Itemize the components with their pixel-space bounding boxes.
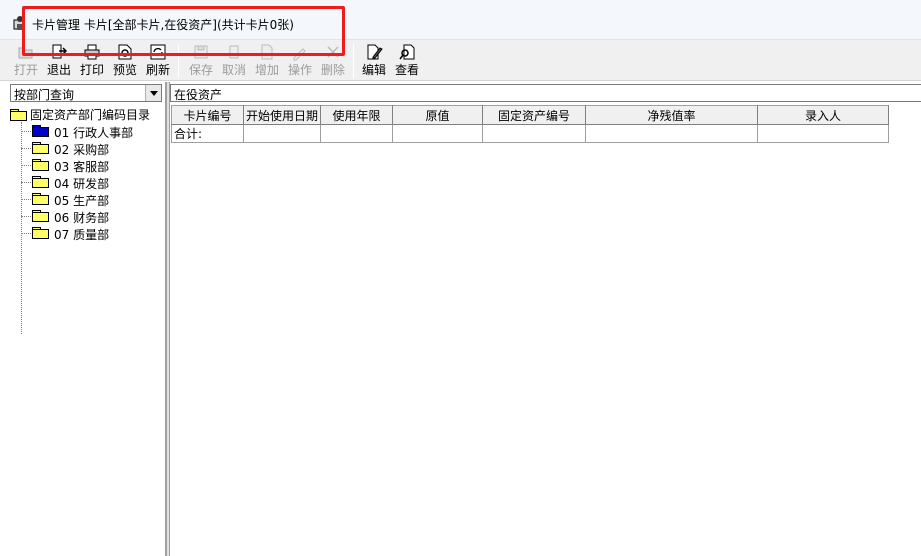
cancel-icon [229,45,239,59]
exit-icon [52,44,68,59]
refresh-button[interactable]: 刷新 [142,40,174,80]
preview-icon [118,44,132,60]
column-header-residual-rate[interactable]: 净残值率 [585,105,759,125]
folder-icon [32,193,49,205]
toolbar: 打开 退出 打印 预览 刷新 保存 取消 增加 操作 删除 编辑 查看 [0,40,921,81]
asset-status: 在役资产 [174,88,223,102]
folder-icon [32,210,49,222]
column-header-entered-by[interactable]: 录入人 [757,105,890,125]
tree-root[interactable]: 固定资产部门编码目录 [10,106,150,122]
window-title: 卡片管理 卡片[全部卡片,在役资产](共计卡片0张) [32,18,294,32]
card-list-panel: 在役资产 卡片编号 开始使用日期 使用年限 原值 固定资产编号 净残值率 录入人… [170,82,921,556]
asset-status-bar: 在役资产 [170,84,921,102]
cancel-button[interactable]: 取消 [218,40,250,80]
save-icon [194,45,208,59]
column-header-start-date[interactable]: 开始使用日期 [242,105,322,125]
folder-icon [32,227,49,239]
column-header-card-no[interactable]: 卡片编号 [171,105,244,125]
operate-button[interactable]: 操作 [284,40,316,80]
query-mode-dropdown[interactable]: 按部门查询 [10,84,162,102]
total-label: 合计: [171,124,244,143]
window-titlebar: 卡片管理 卡片[全部卡片,在役资产](共计卡片0张) [0,0,921,40]
toolbar-separator [178,44,179,78]
refresh-icon [150,44,166,60]
card-table: 卡片编号 开始使用日期 使用年限 原值 固定资产编号 净残值率 录入人 合计: [171,105,890,143]
total-row: 合计: [171,124,890,143]
toolbar-separator [353,44,354,78]
folder-icon [32,142,49,154]
open-icon [18,47,33,59]
column-header-service-life[interactable]: 使用年限 [320,105,394,125]
open-button[interactable]: 打开 [10,40,42,80]
view-button[interactable]: 查看 [391,40,423,80]
folder-icon [32,159,49,171]
operate-icon [293,48,306,61]
chevron-down-icon[interactable] [145,85,161,101]
table-header-row: 卡片编号 开始使用日期 使用年限 原值 固定资产编号 净残值率 录入人 [171,105,890,125]
edit-button[interactable]: 编辑 [358,40,390,80]
delete-icon [327,46,339,58]
exit-button[interactable]: 退出 [43,40,75,80]
tree-connector [21,122,22,334]
app-icon [13,16,24,30]
edit-icon [367,44,383,60]
print-icon [84,44,100,60]
view-icon [399,44,415,60]
column-header-original-value[interactable]: 原值 [392,105,484,125]
folder-icon [10,108,27,121]
print-button[interactable]: 打印 [76,40,108,80]
delete-button[interactable]: 删除 [317,40,349,80]
save-button[interactable]: 保存 [185,40,217,80]
preview-button[interactable]: 预览 [109,40,141,80]
column-header-asset-no[interactable]: 固定资产编号 [482,105,587,125]
query-mode-value: 按部门查询 [14,88,75,102]
folder-icon [32,176,49,188]
add-icon [261,44,273,60]
folder-open-icon [32,125,49,137]
add-button[interactable]: 增加 [251,40,283,80]
department-panel: 按部门查询 固定资产部门编码目录 01 行政人事部 02 采购部 03 客服部 … [8,82,166,556]
